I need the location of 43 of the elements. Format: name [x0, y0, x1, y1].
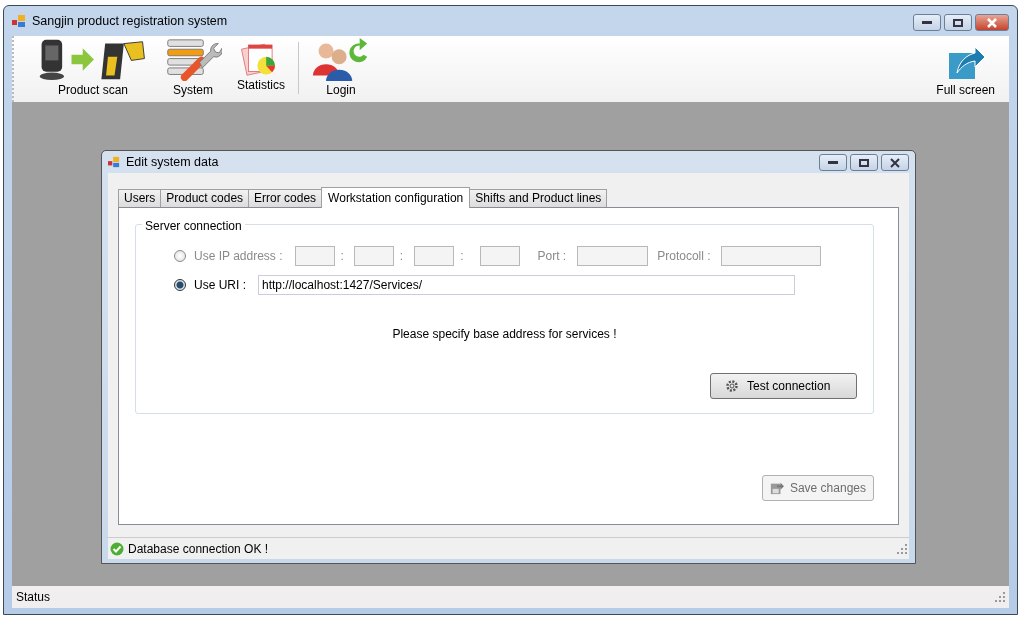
port-label: Port :	[537, 248, 567, 265]
full-screen-button[interactable]: Full screen	[930, 38, 1001, 102]
maximize-icon	[953, 18, 963, 27]
minimize-button[interactable]	[819, 154, 847, 171]
status-text: Database connection OK !	[128, 540, 269, 558]
tab[interactable]: Error codes	[248, 189, 323, 207]
uri-field[interactable]: http://localhost:1427/Services/	[258, 275, 795, 295]
toolbar-button[interactable]: System	[158, 38, 228, 102]
resize-grip-icon	[897, 543, 907, 554]
gear-icon	[725, 379, 739, 393]
minimize-icon	[828, 160, 838, 165]
test-connection-button[interactable]: Test connection	[710, 373, 857, 399]
close-icon	[986, 17, 998, 28]
separator-text: :	[340, 248, 344, 265]
minimize-button[interactable]	[913, 14, 941, 31]
app-icon	[108, 156, 120, 168]
close-icon	[889, 157, 901, 168]
resize-grip-icon	[995, 592, 1005, 602]
minimize-icon	[922, 20, 932, 25]
app-icon	[12, 14, 26, 28]
tab[interactable]: Shifts and Product lines	[469, 189, 608, 207]
tab[interactable]: Users	[118, 189, 162, 207]
toolbar-button[interactable]: Login	[303, 38, 379, 102]
check-icon	[110, 541, 124, 556]
maximize-icon	[859, 158, 869, 167]
maximize-button[interactable]	[850, 154, 878, 171]
window-title: Sangjin product registration system	[32, 12, 228, 30]
separator-text: :	[460, 248, 464, 265]
radio-button[interactable]	[174, 279, 186, 291]
close-button[interactable]	[881, 154, 909, 171]
close-button[interactable]	[975, 14, 1009, 31]
protocol-label: Protocoll :	[657, 248, 711, 265]
uri-option-label: Use URI :	[194, 277, 246, 294]
status-text: Status	[16, 589, 51, 606]
separator-text: :	[399, 248, 404, 265]
tab[interactable]: Product codes	[160, 189, 250, 207]
info-message: Please specify base address for services !	[392, 327, 617, 341]
toolbar-button[interactable]: Statistics	[228, 42, 299, 94]
maximize-button[interactable]	[944, 14, 972, 31]
tab[interactable]: Workstation configuration	[321, 187, 471, 208]
window-title: Edit system data	[126, 153, 219, 171]
ip-option-label: Use IP address :	[194, 248, 283, 265]
toolbar-button[interactable]: Product scan	[28, 38, 158, 102]
